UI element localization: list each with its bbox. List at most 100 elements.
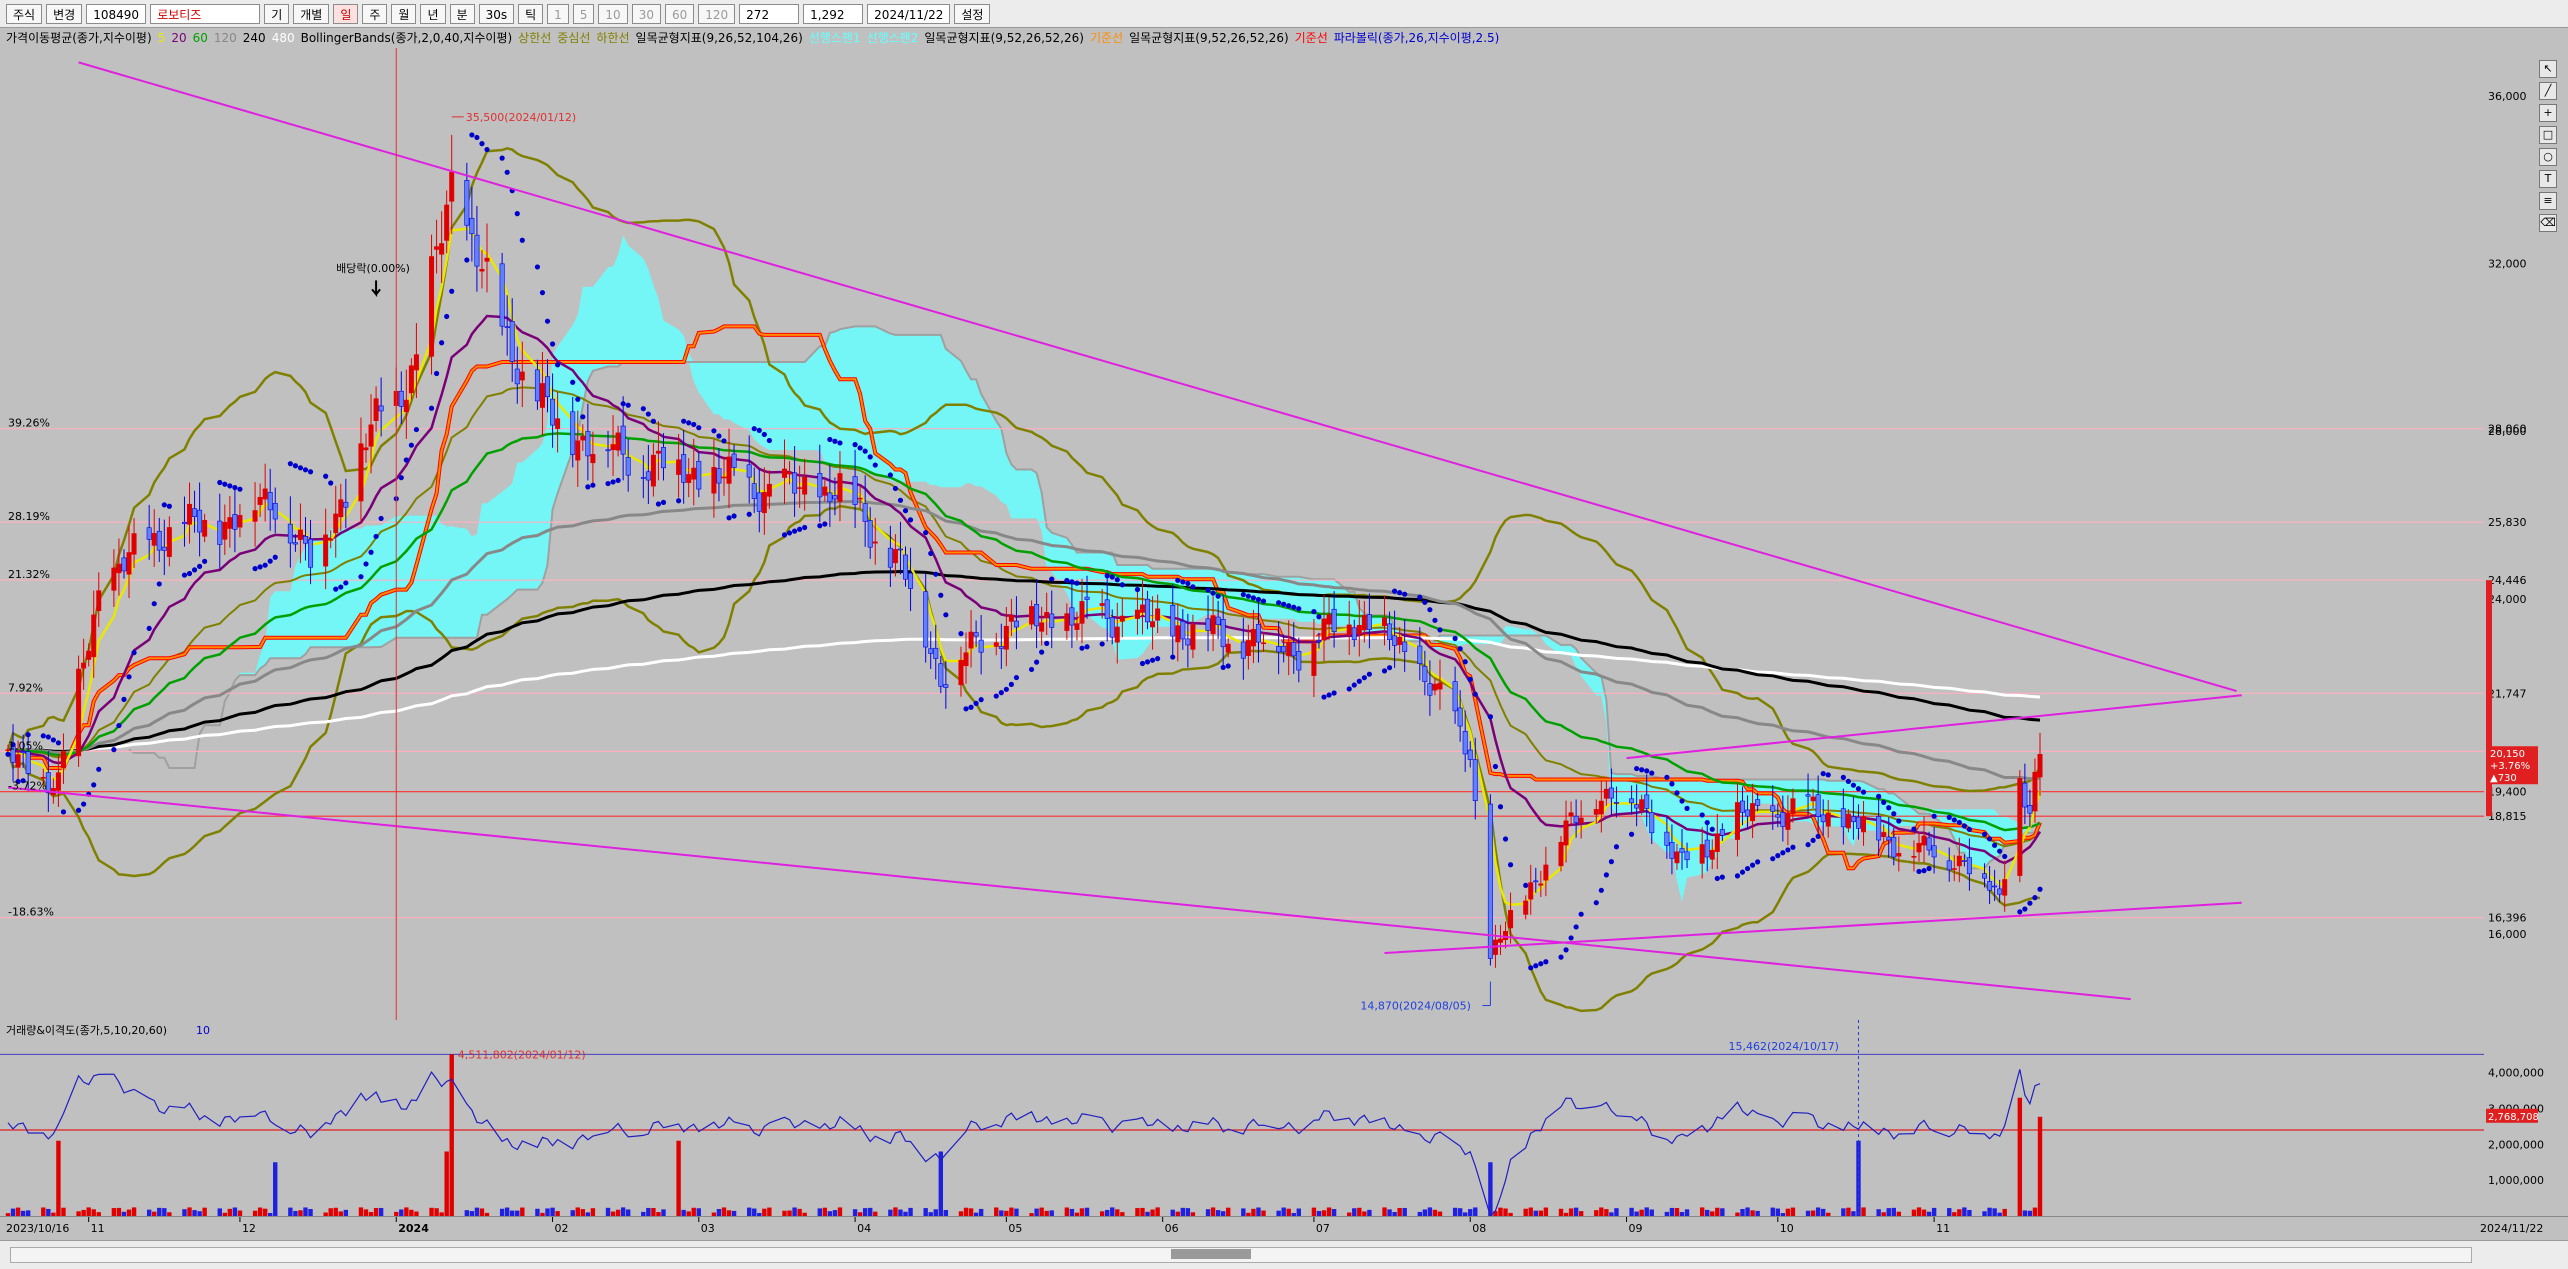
legend-item-6[interactable]: 480 bbox=[272, 31, 295, 45]
volume-bar bbox=[1251, 1208, 1256, 1216]
text-tool-icon[interactable]: T bbox=[2539, 170, 2557, 188]
volume-bar bbox=[1256, 1207, 1261, 1216]
parabolic-dot bbox=[1392, 588, 1398, 594]
toolbar-item-21[interactable]: 2024/11/22 bbox=[867, 3, 951, 24]
candle-body bbox=[1497, 938, 1503, 943]
toolbar-item-20[interactable]: 1,292 bbox=[803, 3, 864, 24]
legend-item-12[interactable]: 선행스팬1 bbox=[809, 31, 861, 45]
candle-body bbox=[1210, 615, 1216, 635]
line-tool-icon[interactable]: ╱ bbox=[2539, 82, 2557, 100]
legend-item-17[interactable]: 기준선 bbox=[1295, 31, 1328, 45]
cursor-icon[interactable]: ↖ bbox=[2539, 60, 2557, 78]
toolbar-item-11[interactable]: 30s bbox=[478, 3, 515, 24]
candle-body bbox=[1613, 802, 1619, 804]
circle-tool-icon[interactable]: ○ bbox=[2539, 148, 2557, 166]
candle-body bbox=[1311, 643, 1317, 676]
toolbar-item-2[interactable]: 108490 bbox=[86, 3, 147, 24]
legend-item-5[interactable]: 240 bbox=[243, 31, 266, 45]
legend-item-1[interactable]: 5 bbox=[158, 31, 166, 45]
left-label-3: 7.92% bbox=[8, 681, 43, 694]
toolbar-item-13[interactable]: 1 bbox=[547, 3, 569, 24]
parabolic-dot bbox=[746, 511, 752, 517]
volume-panel[interactable]: 거래량&이격도(종가,5,10,20,60) 10 4,511,802(2024/0… bbox=[0, 1020, 2484, 1220]
toolbar-item-3[interactable]: 로보티즈 bbox=[150, 3, 261, 24]
candle-body bbox=[187, 503, 193, 525]
toolbar-item-19[interactable]: 272 bbox=[739, 3, 800, 24]
cross-tool-icon[interactable]: + bbox=[2539, 104, 2557, 122]
scrollbar-thumb[interactable] bbox=[1171, 1249, 1251, 1259]
legend-item-9[interactable]: 중심선 bbox=[557, 31, 590, 45]
candle-body bbox=[968, 631, 974, 649]
volume-bar bbox=[15, 1207, 21, 1216]
toolbar-item-14[interactable]: 5 bbox=[572, 3, 595, 24]
toolbar-item-6[interactable]: 일 bbox=[333, 3, 359, 24]
current-volume: 2,768,708 bbox=[2488, 1112, 2539, 1123]
month-label-5: 04 bbox=[857, 1222, 871, 1235]
volume-bar bbox=[1402, 1207, 1407, 1216]
toolbar-item-12[interactable]: 틱 bbox=[518, 3, 544, 24]
legend-item-10[interactable]: 하한선 bbox=[596, 31, 629, 45]
parabolic-dot bbox=[378, 515, 384, 522]
toolbar-item-18[interactable]: 120 bbox=[698, 3, 736, 24]
parabolic-dot bbox=[897, 497, 904, 503]
volume-bar bbox=[61, 1207, 66, 1216]
legend-item-11[interactable]: 일목균형지표(9,26,52,104,26) bbox=[636, 31, 803, 45]
volume-bar bbox=[605, 1207, 611, 1216]
toolbar-item-10[interactable]: 분 bbox=[449, 3, 475, 24]
parabolic-dot bbox=[590, 482, 596, 488]
candle-body bbox=[817, 473, 823, 498]
parabolic-dot bbox=[257, 564, 263, 570]
legend-item-14[interactable]: 일목균형지표(9,52,26,52,26) bbox=[924, 31, 1084, 45]
candle-body bbox=[903, 554, 909, 580]
parabolic-dot bbox=[413, 426, 420, 433]
parabolic-dot bbox=[1119, 582, 1125, 588]
toolbar-item-0[interactable]: 주식 bbox=[6, 3, 43, 24]
legend-item-13[interactable]: 선행스팬2 bbox=[867, 31, 919, 45]
legend-item-0[interactable]: 가격이동평균(종가,지수이평) bbox=[6, 31, 152, 45]
horizontal-scrollbar[interactable] bbox=[10, 1247, 2472, 1263]
toolbar-item-7[interactable]: 주 bbox=[362, 3, 388, 24]
parabolic-dot bbox=[2032, 895, 2038, 901]
eraser-icon[interactable]: ⌫ bbox=[2539, 214, 2557, 232]
toolbar-item-16[interactable]: 30 bbox=[631, 3, 661, 24]
legend-item-2[interactable]: 20 bbox=[171, 31, 186, 45]
toolbar-item-9[interactable]: 년 bbox=[420, 3, 446, 24]
legend-item-18[interactable]: 파라볼릭(종가,26,지수이평,2.5) bbox=[1334, 31, 1500, 45]
toolbar-item-1[interactable]: 변경 bbox=[46, 3, 83, 24]
toolbar-item-17[interactable]: 60 bbox=[664, 3, 695, 24]
candle-body bbox=[1679, 848, 1685, 853]
parabolic-dot bbox=[544, 318, 551, 324]
candle-body bbox=[711, 467, 717, 494]
volume-bar bbox=[747, 1207, 752, 1216]
toolbar-item-15[interactable]: 10 bbox=[598, 3, 628, 24]
legend-item-15[interactable]: 기준선 bbox=[1090, 31, 1123, 45]
candle-body bbox=[1780, 812, 1786, 827]
volume-bar bbox=[1992, 1208, 1997, 1216]
candle-body bbox=[696, 460, 702, 490]
candle-body bbox=[509, 321, 515, 362]
volume-bar bbox=[862, 1208, 868, 1216]
price-chart[interactable]: 35,500(2024/01/12) 14,870(2024/08/05) 배당락(… bbox=[0, 48, 2484, 1030]
toolbar-item-4[interactable]: 기 bbox=[264, 3, 290, 24]
legend-item-7[interactable]: BollingerBands(종가,2,0,40,지수이평) bbox=[301, 31, 513, 45]
legend-item-4[interactable]: 120 bbox=[214, 31, 237, 45]
parabolic-dot bbox=[1240, 591, 1246, 598]
fib-tool-icon[interactable]: ≡ bbox=[2539, 192, 2557, 210]
legend-item-8[interactable]: 상한선 bbox=[518, 31, 551, 45]
price-panel[interactable]: 35,500(2024/01/12) 14,870(2024/08/05) 배당락(… bbox=[0, 48, 2484, 1030]
drawing-tools: ↖ ╱ + □ ○ T ≡ ⌫ bbox=[2536, 60, 2560, 280]
legend-item-16[interactable]: 일목균형지표(9,52,26,52,26) bbox=[1129, 31, 1289, 45]
candle-body bbox=[1876, 816, 1882, 841]
candle-body bbox=[464, 180, 470, 226]
parabolic-dot bbox=[1603, 872, 1609, 878]
toolbar-item-22[interactable]: 설정 bbox=[954, 3, 991, 24]
rect-tool-icon[interactable]: □ bbox=[2539, 126, 2557, 144]
candle-body bbox=[222, 521, 228, 540]
toolbar-item-5[interactable]: 개별 bbox=[293, 3, 330, 24]
candle-body bbox=[585, 431, 591, 457]
parabolic-dot bbox=[1245, 593, 1251, 599]
toolbar-item-8[interactable]: 월 bbox=[391, 3, 417, 24]
legend-item-3[interactable]: 60 bbox=[193, 31, 208, 45]
volume-chart[interactable]: 거래량&이격도(종가,5,10,20,60) 10 4,511,802(2024/0… bbox=[0, 1020, 2484, 1220]
parabolic-dot bbox=[1593, 900, 1599, 906]
